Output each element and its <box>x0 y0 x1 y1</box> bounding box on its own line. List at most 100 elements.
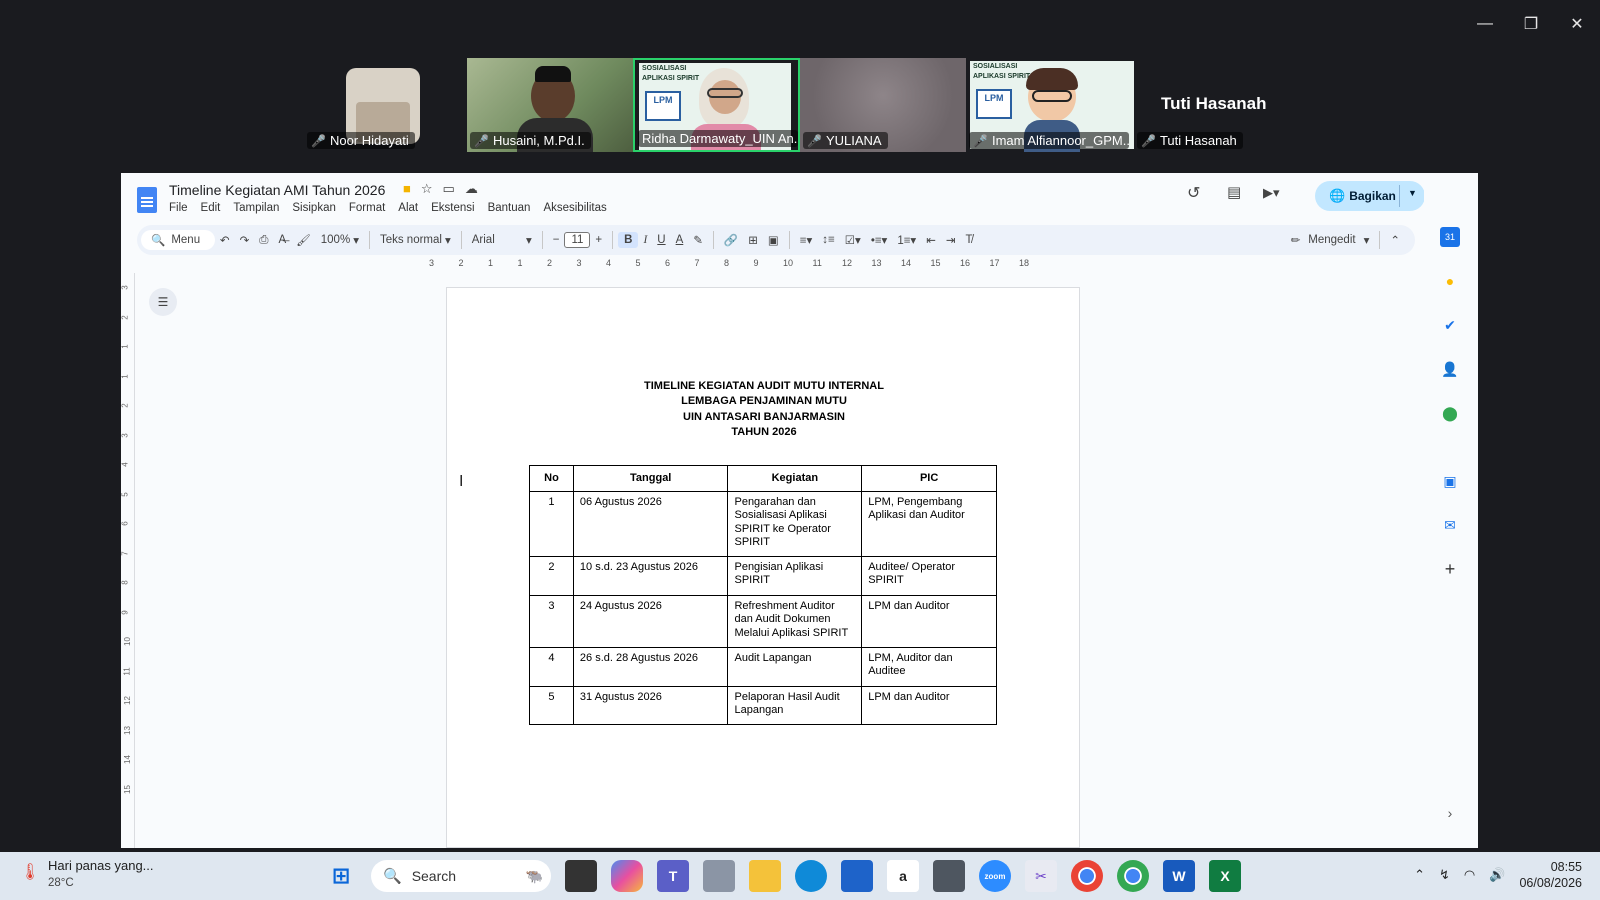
document-outline-icon[interactable]: ☰ <box>149 288 177 316</box>
volume-icon[interactable]: 🔊 <box>1489 867 1505 883</box>
bold-icon[interactable]: B <box>618 232 639 248</box>
maps-icon[interactable]: ⬤ <box>1440 403 1460 423</box>
chrome-profile-icon[interactable] <box>1117 860 1149 892</box>
cloud-status-icon[interactable]: ☁ <box>465 181 478 197</box>
decrease-indent-icon[interactable]: ⇤ <box>921 233 941 247</box>
highlight-icon[interactable]: ✎ <box>688 233 708 247</box>
teams-icon[interactable]: T <box>657 860 689 892</box>
copilot-icon[interactable] <box>611 860 643 892</box>
vertical-ruler[interactable]: 3 2 1 1 2 3 4 5 6 7 8 9 10 11 12 13 14 15 <box>121 273 135 848</box>
horizontal-ruler[interactable]: 3 2 1 1 2 3 4 5 6 7 8 9 10 11 12 13 14 15 16 17 18 <box>429 257 1069 273</box>
calculator-icon[interactable] <box>933 860 965 892</box>
participant-tile-imam[interactable]: SOSIALISASI APLIKASI SPIRIT LPM 🎤 Imam Al… <box>966 58 1134 152</box>
excel-icon[interactable]: X <box>1209 860 1241 892</box>
version-history-icon[interactable]: ↺ <box>1187 183 1200 203</box>
undo-icon[interactable]: ↶ <box>215 233 235 247</box>
menu-file[interactable]: File <box>169 202 188 214</box>
decrease-font-icon[interactable]: − <box>548 234 565 246</box>
docs-logo-icon[interactable] <box>137 187 157 213</box>
meet-icon[interactable]: ▶▾ <box>1263 185 1280 201</box>
star-icon[interactable]: ☆ <box>421 181 433 197</box>
clock[interactable]: 08:55 06/08/2026 <box>1519 859 1582 891</box>
cell-no: 3 <box>529 595 574 649</box>
word-icon[interactable]: W <box>1163 860 1195 892</box>
document-page[interactable]: TIMELINE KEGIATAN AUDIT MUTU INTERNAL LE… <box>446 287 1080 848</box>
move-folder-icon[interactable]: ▭ <box>443 181 455 197</box>
insert-image-icon[interactable]: ▣ <box>763 233 784 247</box>
paint-format-icon[interactable]: 🖌 <box>291 233 316 247</box>
expand-panel-icon[interactable]: › <box>1440 803 1460 823</box>
start-icon[interactable]: ⊞ <box>325 860 357 892</box>
font-size-input[interactable]: 11 <box>564 232 591 248</box>
slides-icon[interactable]: ■ <box>403 181 411 197</box>
text-color-icon[interactable]: A <box>671 234 689 246</box>
cell-tanggal: 31 Agustus 2026 <box>572 686 729 726</box>
style-select[interactable]: Teks normal ▾ <box>375 233 456 247</box>
store-icon[interactable] <box>841 860 873 892</box>
participant-tile-tuti[interactable]: Tuti Hasanah 🎤 Tuti Hasanah <box>1134 58 1304 152</box>
tasks-icon[interactable]: ✔ <box>1440 315 1460 335</box>
menu-search[interactable]: 🔍 Menu <box>141 230 215 250</box>
wifi-icon[interactable]: ◠ <box>1464 867 1475 883</box>
task-view-icon[interactable] <box>565 860 597 892</box>
add-comment-icon[interactable]: ⊞ <box>743 233 763 247</box>
zoom-addon-icon[interactable]: ▣ <box>1440 471 1460 491</box>
menu-edit[interactable]: Edit <box>201 202 221 214</box>
chrome-icon[interactable] <box>1071 860 1103 892</box>
zoom-select[interactable]: 100% ▾ <box>316 233 364 247</box>
show-hidden-icons[interactable]: ⌃ <box>1414 867 1425 883</box>
network-status-icon[interactable]: ↯ <box>1439 867 1450 883</box>
collapse-menus-icon[interactable]: ⌃ <box>1385 233 1405 247</box>
menu-ekstensi[interactable]: Ekstensi <box>431 202 474 214</box>
printer-app-icon[interactable] <box>703 860 735 892</box>
restore-button[interactable]: ❐ <box>1508 10 1554 38</box>
amazon-icon[interactable]: a <box>887 860 919 892</box>
menu-alat[interactable]: Alat <box>398 202 418 214</box>
editing-mode-select[interactable]: ✏ Mengedit ▾ <box>1286 233 1375 247</box>
print-icon[interactable]: ⎙ <box>254 234 273 247</box>
checklist-icon[interactable]: ☑▾ <box>840 233 866 247</box>
weather-widget[interactable]: 🌡 Hari panas yang... 28°C <box>20 858 154 891</box>
italic-icon[interactable]: I <box>638 234 652 246</box>
file-explorer-icon[interactable] <box>749 860 781 892</box>
participant-tile-husaini[interactable]: 🎤 Husaini, M.Pd.I. <box>467 58 633 152</box>
align-icon[interactable]: ≡▾ <box>795 233 817 247</box>
zoom-icon[interactable]: zoom <box>979 860 1011 892</box>
redo-icon[interactable]: ↷ <box>235 233 255 247</box>
menu-bantuan[interactable]: Bantuan <box>488 202 531 214</box>
clear-formatting-icon[interactable]: T̸ <box>961 234 978 246</box>
participant-tile-ridha[interactable]: SOSIALISASI APLIKASI SPIRIT LPM Ridha Da… <box>633 58 800 152</box>
comments-icon[interactable]: ▤ <box>1227 183 1241 201</box>
close-button[interactable]: ✕ <box>1554 10 1600 38</box>
taskbar-search[interactable]: 🔍 Search 🐃 <box>371 860 551 892</box>
mail-addon-icon[interactable]: ✉ <box>1440 515 1460 535</box>
document-title[interactable]: Timeline Kegiatan AMI Tahun 2026 <box>169 182 385 198</box>
menu-aksesibilitas[interactable]: Aksesibilitas <box>543 202 606 214</box>
underline-icon[interactable]: U <box>652 234 670 246</box>
share-dropdown-icon[interactable]: ▼ <box>1408 188 1417 198</box>
contacts-icon[interactable]: 👤 <box>1440 359 1460 379</box>
menu-tampilan[interactable]: Tampilan <box>233 202 279 214</box>
keep-icon[interactable]: ● <box>1440 271 1460 291</box>
cell-no: 1 <box>529 491 574 558</box>
bulleted-list-icon[interactable]: •≡▾ <box>866 233 893 247</box>
edge-icon[interactable] <box>795 860 827 892</box>
menu-sisipkan[interactable]: Sisipkan <box>292 202 335 214</box>
participant-tile-yuliana[interactable]: 🎤 YULIANA <box>800 58 966 152</box>
participant-tile-noor[interactable]: 🎤 Noor Hidayati <box>304 58 420 152</box>
heading-line: LEMBAGA PENJAMINAN MUTU <box>681 395 847 408</box>
increase-indent-icon[interactable]: ⇥ <box>941 233 961 247</box>
menu-format[interactable]: Format <box>349 202 385 214</box>
font-select[interactable]: Arial ▾ <box>467 233 537 247</box>
line-spacing-icon[interactable]: ↕≡ <box>817 234 839 246</box>
spellcheck-icon[interactable]: A̶ <box>273 234 291 246</box>
increase-font-icon[interactable]: + <box>590 234 607 246</box>
snipping-tool-icon[interactable]: ✂ <box>1025 860 1057 892</box>
share-button[interactable]: 🌐 Bagikan ▼ <box>1315 181 1425 211</box>
add-addon-icon[interactable]: + <box>1440 559 1460 579</box>
calendar-icon[interactable]: 31 <box>1440 227 1460 247</box>
numbered-list-icon[interactable]: 1≡▾ <box>892 233 921 247</box>
ruler-number: 10 <box>783 258 794 268</box>
link-icon[interactable]: 🔗 <box>719 233 743 247</box>
minimize-button[interactable]: — <box>1462 10 1508 38</box>
